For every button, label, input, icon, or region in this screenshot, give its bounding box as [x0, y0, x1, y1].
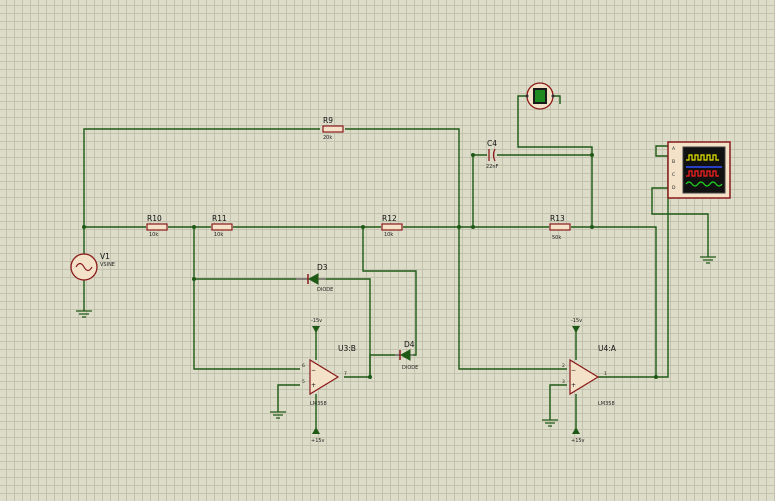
r13-ref: R13: [550, 214, 565, 223]
u4-vneg-label: -15v: [571, 318, 582, 324]
resistor-r9[interactable]: R9 20k: [322, 116, 344, 141]
junction: [590, 225, 594, 229]
d4-ref: D4: [404, 340, 415, 349]
resistor-r13[interactable]: R13 50k: [549, 214, 571, 241]
wire-r13-out: [571, 226, 657, 377]
v1-type: VSINE: [100, 262, 115, 268]
opamp-u3b[interactable]: − + 6 5 7 U3:B LM358: [302, 344, 356, 407]
wire-c4-right: [497, 154, 593, 227]
c4-ref: C4: [487, 139, 497, 148]
resistor-icon: [549, 223, 571, 231]
ground-u3: [270, 411, 286, 419]
u4-pin1: 1: [604, 371, 607, 377]
u3-pin6: 6: [302, 363, 305, 369]
u3-pin7: 7: [344, 371, 347, 377]
u3-vneg-label: -15v: [311, 318, 322, 324]
v1-source[interactable]: V1 VSINE: [70, 252, 115, 281]
u4-vpos-label: +15v: [571, 438, 585, 444]
r11-value: 10k: [214, 232, 223, 238]
junction: [192, 225, 196, 229]
svg-text:+: +: [571, 382, 576, 389]
u3-ref: U3:B: [338, 344, 356, 353]
capacitor-c4[interactable]: C4 22nF: [486, 139, 499, 170]
svg-text:−: −: [311, 367, 316, 374]
u4-type: LM358: [598, 401, 615, 407]
scope-channel-c: C: [672, 172, 675, 178]
ground-scope: [700, 256, 716, 264]
resistor-r10[interactable]: R10 10k: [146, 214, 168, 238]
r10-value: 10k: [149, 232, 158, 238]
r13-value: 50k: [552, 235, 561, 241]
svg-text:+: +: [311, 382, 316, 389]
junction: [82, 225, 86, 229]
r10-ref: R10: [147, 214, 162, 223]
wire-d3-right: [326, 278, 371, 377]
u4-supply-neg: -15v: [571, 318, 582, 333]
c4-value: 22nF: [486, 164, 499, 170]
schematic-canvas: V1 VSINE R9 20k R10 10k R11 10k R12 10k …: [0, 0, 775, 501]
wire-c4-left: [472, 154, 487, 227]
scope-channel-d: D: [672, 185, 676, 191]
resistor-icon: [381, 223, 403, 231]
opamp-u4a[interactable]: − + 2 3 1 U4:A LM358: [562, 344, 617, 407]
diode-d3[interactable]: D3 DIODE: [296, 263, 333, 293]
wire-u3-out: [344, 354, 395, 378]
u3-pin5: 5: [302, 379, 305, 385]
ground-v1: [76, 310, 92, 318]
ac-voltmeter[interactable]: [525, 82, 555, 110]
wire-r9-right: [345, 128, 567, 370]
capacitor-icon: [488, 148, 496, 162]
v1-ref: V1: [100, 252, 110, 261]
resistor-icon: [211, 223, 233, 231]
wire-meter-left: [517, 95, 593, 155]
wire-d4-right: [362, 227, 417, 356]
wire-u3-noninv: [277, 384, 300, 412]
junction: [471, 153, 475, 157]
oscilloscope[interactable]: A B C D: [667, 141, 731, 199]
schematic: V1 VSINE R9 20k R10 10k R11 10k R12 10k …: [70, 82, 731, 444]
wire-meter-right: [553, 95, 561, 104]
junction: [368, 375, 372, 379]
d4-type: DIODE: [402, 365, 418, 371]
u3-type: LM358: [310, 401, 327, 407]
junction: [590, 153, 594, 157]
wire-u4-noninv: [549, 384, 567, 420]
junction: [471, 225, 475, 229]
r11-ref: R11: [212, 214, 227, 223]
u4-supply-pos: +15v: [571, 427, 585, 444]
u4-ref: U4:A: [598, 344, 617, 353]
u4-pin2: 2: [562, 363, 565, 369]
r9-ref: R9: [323, 116, 333, 125]
junction: [654, 375, 658, 379]
diode-icon: [395, 349, 413, 361]
diode-icon: [296, 273, 326, 285]
wires: [83, 95, 709, 428]
d3-type: DIODE: [317, 287, 333, 293]
svg-text:−: −: [571, 367, 576, 374]
d3-ref: D3: [317, 263, 328, 272]
r12-value: 10k: [384, 232, 393, 238]
wire-u3-inv: [193, 227, 300, 370]
resistor-icon: [146, 223, 168, 231]
resistor-icon: [322, 125, 344, 133]
resistor-r12[interactable]: R12 10k: [381, 214, 403, 238]
wire-scope-a: [655, 145, 669, 227]
wire-r9-left: [83, 128, 320, 227]
resistor-r11[interactable]: R11 10k: [211, 214, 233, 238]
u4-pin3: 3: [562, 379, 565, 385]
wire-u4-out: [598, 227, 669, 378]
ground-u4: [542, 419, 558, 427]
r9-value: 20k: [323, 135, 332, 141]
u3-supply-neg: -15v: [311, 318, 322, 333]
u3-supply-pos: +15v: [311, 427, 325, 444]
junction: [457, 225, 461, 229]
u3-vpos-label: +15v: [311, 438, 325, 444]
scope-channel-b: B: [672, 159, 675, 165]
r12-ref: R12: [382, 214, 397, 223]
junction: [361, 225, 365, 229]
junction: [192, 277, 196, 281]
